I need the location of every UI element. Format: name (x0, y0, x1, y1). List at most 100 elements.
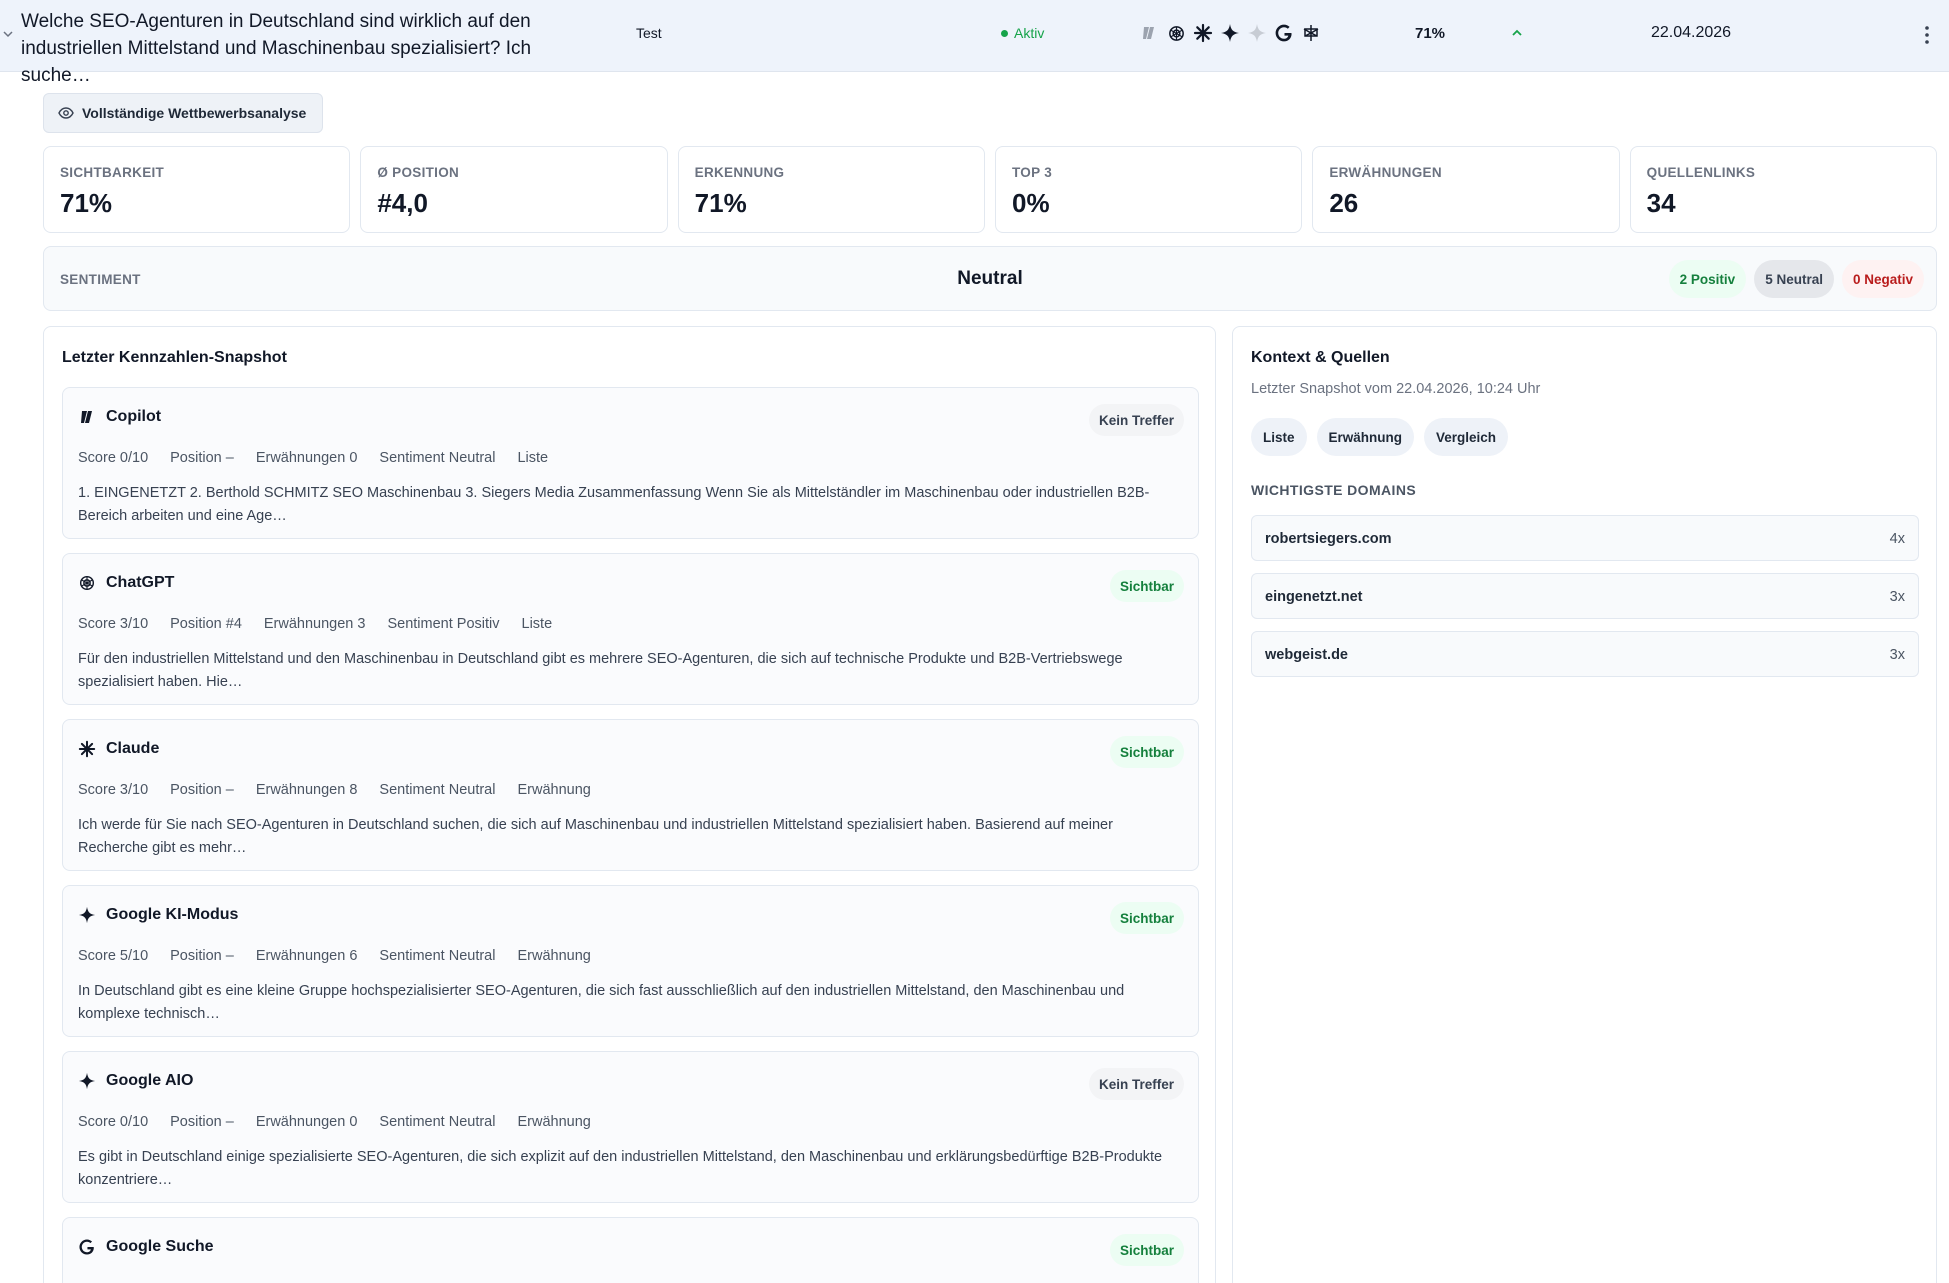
answer-type-tags: Liste Erwähnung Vergleich (1251, 418, 1509, 456)
engine-name: Claude (106, 740, 160, 757)
domain-row[interactable]: eingenetzt.net 3x (1251, 573, 1919, 619)
kpi-label: ERWÄHNUNGEN (1329, 165, 1442, 180)
status-badge: Sichtbar (1109, 902, 1184, 934)
domain-count: 3x (1889, 647, 1905, 663)
metric-type: Erwähnung (517, 1114, 591, 1130)
engine-metrics: Score 3/10 Position #4 Erwähnungen 3 Sentim… (78, 616, 552, 632)
metric-position: Position – (170, 450, 234, 466)
gemini-icon (78, 1072, 96, 1090)
metric-score: Score 3/10 (78, 616, 149, 632)
engine-card-google-ki-modus[interactable]: Google KI-Modus Sichtbar Score 5/10 Posit… (62, 885, 1199, 1037)
kpi-source-links: QUELLENLINKS 34 (1629, 146, 1937, 233)
status-label: Aktiv (1014, 25, 1045, 41)
trend-up-icon (1512, 29, 1522, 36)
metric-position: Position #4 (170, 616, 242, 632)
metric-score: Score 0/10 (78, 450, 149, 466)
query-row[interactable]: Welche SEO-Agenturen in Deutschland sind… (0, 0, 1949, 86)
chevron-down-icon[interactable] (2, 28, 14, 40)
metric-position: Position – (170, 1114, 234, 1130)
kpi-cards: SICHTBARKEIT 71% Ø POSITION #4,0 ERKENNUNG… (43, 146, 1937, 233)
google-icon (1273, 22, 1295, 44)
context-title: Kontext & Quellen (1251, 349, 1390, 366)
kpi-label: ERKENNUNG (694, 165, 785, 180)
metric-sentiment: Sentiment Neutral (379, 782, 496, 798)
answer-excerpt: In Deutschland gibt es eine kleine Grupp… (78, 983, 1125, 1022)
metric-type: Erwähnung (517, 782, 591, 798)
metric-mentions: Erwähnungen 3 (263, 616, 366, 632)
metric-sentiment: Sentiment Neutral (379, 1114, 496, 1130)
kpi-recognition: ERKENNUNG 71% (677, 146, 985, 233)
engine-metrics: Score 5/10 Position – Erwähnungen 6 Sentime… (78, 948, 591, 964)
domain-name: webgeist.de (1265, 647, 1348, 663)
project-name: Test (636, 25, 662, 41)
engine-card-google-suche[interactable]: Google Suche Sichtbar (62, 1217, 1199, 1283)
domain-name: robertsiegers.com (1265, 531, 1392, 547)
tag-comparison[interactable]: Vergleich (1424, 418, 1509, 456)
engine-card-claude[interactable]: Claude Sichtbar Score 3/10 Position – Erwä… (62, 719, 1199, 871)
copilot-icon (1138, 22, 1160, 44)
metric-score: Score 3/10 (78, 782, 149, 798)
engine-card-chatgpt[interactable]: ChatGPT Sichtbar Score 3/10 Position #4 Er… (62, 553, 1199, 705)
status-badge: Kein Treffer (1088, 1068, 1184, 1100)
kpi-label: Ø POSITION (377, 165, 460, 180)
domain-count: 4x (1889, 531, 1905, 547)
engine-card-google-aio[interactable]: Google AIO Kein Treffer Score 0/10 Positi… (62, 1051, 1199, 1203)
metric-score: Score 0/10 (78, 1114, 149, 1130)
metric-type: Liste (521, 616, 553, 632)
more-menu-icon[interactable] (1924, 24, 1930, 46)
answer-excerpt: Für den industriellen Mittelstand und de… (78, 651, 1123, 690)
engine-card-copilot[interactable]: Copilot Kein Treffer Score 0/10 Position … (62, 387, 1199, 539)
answer-excerpt: Es gibt in Deutschland einige spezialisi… (78, 1149, 1163, 1188)
competition-analysis-label: Vollständige Wettbewerbsanalyse (82, 105, 307, 121)
metric-mentions: Erwähnungen 6 (255, 948, 358, 964)
domain-count: 3x (1889, 589, 1905, 605)
context-panel: Kontext & Quellen Letzter Snapshot vom 2… (1232, 326, 1937, 1283)
sentiment-breakdown: 2 Positiv 5 Neutral 0 Negativ (1668, 260, 1924, 298)
engine-name: ChatGPT (106, 574, 175, 591)
kpi-visibility: SICHTBARKEIT 71% (43, 146, 351, 233)
google-icon (78, 1238, 96, 1256)
status-badge: Sichtbar (1109, 570, 1184, 602)
kpi-value: 34 (1646, 188, 1676, 218)
engine-metrics: Score 0/10 Position – Erwähnungen 0 Sentime… (78, 1114, 591, 1130)
tag-mention[interactable]: Erwähnung (1316, 418, 1415, 456)
chatgpt-icon (78, 574, 96, 592)
domain-row[interactable]: webgeist.de 3x (1251, 631, 1919, 677)
domains-heading: WICHTIGSTE DOMAINS (1251, 482, 1417, 498)
query-text: Welche SEO-Agenturen in Deutschland sind… (21, 11, 532, 86)
answer-excerpt: Ich werde für Sie nach SEO-Agenturen in … (78, 817, 1113, 856)
competition-analysis-button[interactable]: Vollständige Wettbewerbsanalyse (43, 93, 324, 133)
kpi-value: 26 (1329, 188, 1359, 218)
kpi-value: #4,0 (377, 188, 428, 218)
kpi-top3: TOP 3 0% (994, 146, 1303, 233)
domain-row[interactable]: robertsiegers.com 4x (1251, 515, 1919, 561)
metric-position: Position – (170, 782, 234, 798)
gemini-icon (78, 906, 96, 924)
metric-sentiment: Sentiment Neutral (379, 450, 496, 466)
domain-name: eingenetzt.net (1265, 589, 1363, 605)
engine-metrics: Score 3/10 Position – Erwähnungen 8 Sentime… (78, 782, 591, 798)
snapshot-title: Letzter Kennzahlen-Snapshot (62, 349, 287, 366)
metric-mentions: Erwähnungen 0 (255, 450, 358, 466)
kpi-label: TOP 3 (1011, 165, 1053, 180)
kpi-avg-position: Ø POSITION #4,0 (360, 146, 668, 233)
tag-list[interactable]: Liste (1251, 418, 1307, 456)
metric-sentiment: Sentiment Neutral (379, 948, 496, 964)
metric-mentions: Erwähnungen 8 (255, 782, 358, 798)
claude-icon (1192, 22, 1214, 44)
engine-icons (1138, 22, 1322, 44)
sentiment-bar: SENTIMENT Neutral 2 Positiv 5 Neutral 0 … (43, 246, 1937, 311)
sentiment-negative-pill: 0 Negativ (1841, 260, 1924, 298)
engine-name: Copilot (106, 408, 162, 425)
perplexity-icon (1300, 22, 1322, 44)
status-badge: Sichtbar (1109, 1234, 1184, 1266)
claude-icon (78, 740, 96, 758)
kpi-value: 71% (60, 188, 113, 218)
metric-type: Liste (517, 450, 549, 466)
metric-type: Erwähnung (517, 948, 591, 964)
gemini-icon (1219, 22, 1241, 44)
kpi-label: SICHTBARKEIT (60, 165, 165, 180)
kpi-value: 0% (1011, 188, 1050, 218)
metric-position: Position – (170, 948, 234, 964)
status-dot (1001, 29, 1008, 37)
